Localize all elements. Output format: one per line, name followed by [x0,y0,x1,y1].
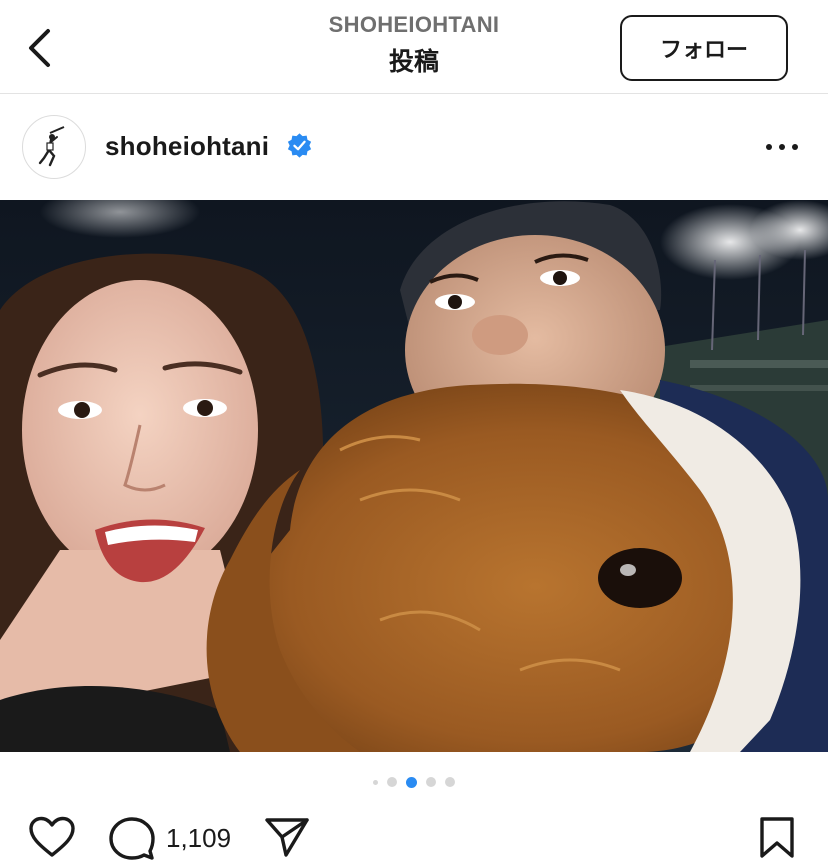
bookmark-button[interactable] [758,816,796,864]
post-username[interactable]: shoheiohtani [105,131,269,162]
comment-button[interactable] [108,816,156,864]
post-header: shoheiohtani [0,94,828,200]
post-image[interactable] [0,200,828,752]
carousel-dot [387,777,397,787]
comment-count: 1,109 [166,823,232,853]
avatar[interactable] [22,115,86,179]
carousel-dot [426,777,436,787]
more-icon [766,144,772,150]
comment-icon [109,817,155,860]
share-button[interactable] [264,816,310,863]
back-button[interactable] [22,26,56,70]
carousel-dot [373,779,378,785]
verified-icon [287,133,312,158]
bookmark-icon [760,817,794,858]
like-button[interactable] [28,816,76,863]
share-icon [265,818,309,857]
carousel-dot-active [406,776,417,788]
back-icon [29,29,50,67]
more-options-button[interactable] [760,132,804,162]
follow-button[interactable]: フォロー [620,15,788,81]
action-bar: 1,109 [0,808,828,864]
batter-illustration-icon [38,126,65,167]
carousel-indicator [0,775,828,789]
top-bar: SHOHEIOHTANI 投稿 フォロー [0,0,828,94]
carousel-dot [445,777,455,787]
heart-icon [29,816,75,857]
